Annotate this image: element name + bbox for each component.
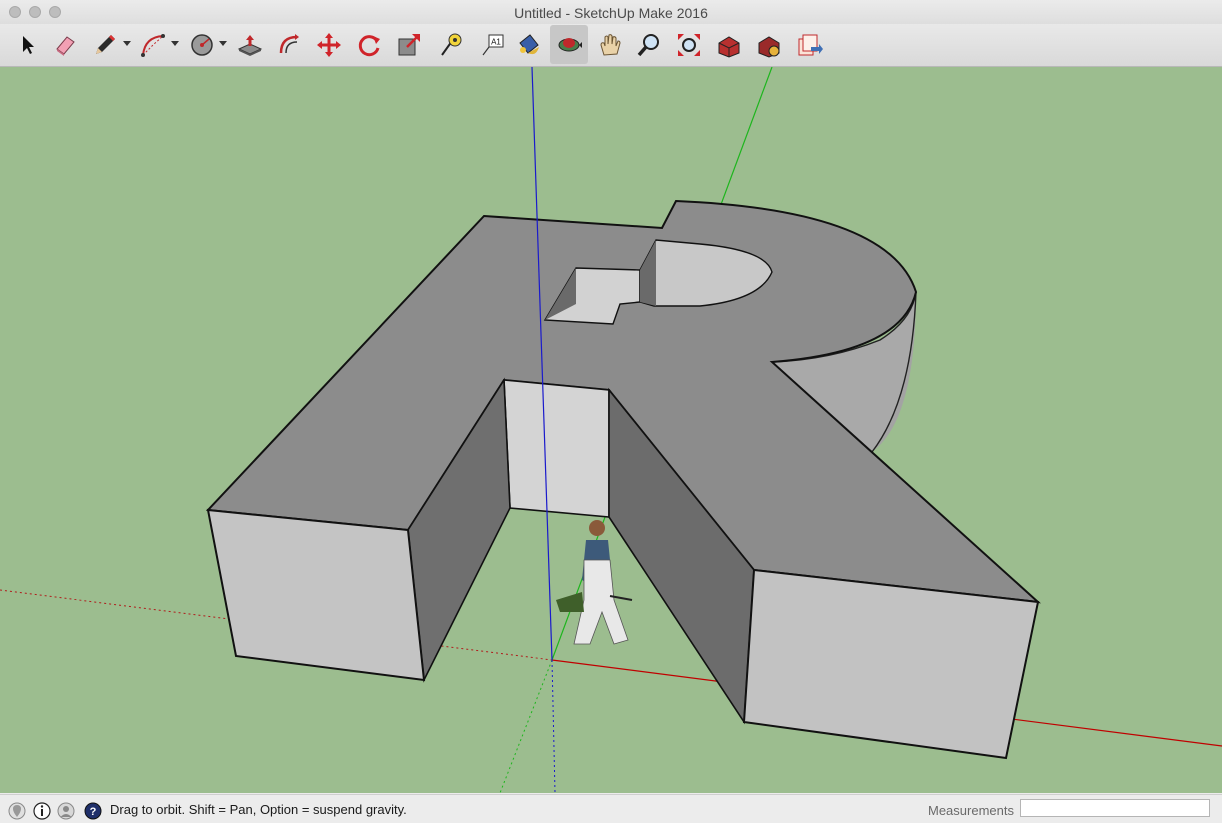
- rotate-icon: [358, 34, 380, 56]
- status-message: Drag to orbit. Shift = Pan, Option = sus…: [110, 802, 407, 817]
- green-axis-negative: [499, 659, 553, 793]
- eraser-tool-button[interactable]: [46, 25, 84, 64]
- offset-icon: [279, 33, 299, 53]
- model-scene[interactable]: [0, 67, 1222, 793]
- 3d-warehouse-tool-button[interactable]: [710, 25, 748, 64]
- extension-warehouse-icon: [758, 35, 780, 58]
- help-glyph: ?: [90, 806, 97, 818]
- arc-icon: [141, 33, 165, 57]
- push-pull-icon: [237, 34, 263, 56]
- window-title: Untitled - SketchUp Make 2016: [514, 5, 708, 21]
- measurements-label: Measurements: [928, 803, 1014, 818]
- blue-axis-negative: [551, 659, 556, 793]
- main-toolbar: A1: [0, 24, 1222, 67]
- user-icon[interactable]: [57, 802, 75, 820]
- eraser-icon: [56, 35, 75, 56]
- paint-bucket-icon: [519, 33, 539, 54]
- status-bar: ? Drag to orbit. Shift = Pan, Option = s…: [0, 794, 1222, 823]
- rotate-tool-button[interactable]: [350, 25, 388, 64]
- measurements-input[interactable]: [1020, 799, 1210, 817]
- orbit-tool-button[interactable]: [550, 25, 588, 64]
- help-icon[interactable]: ?: [84, 802, 102, 820]
- scale-figure-person: [556, 520, 633, 645]
- geolocation-icon[interactable]: [8, 802, 26, 820]
- model-viewport[interactable]: [0, 67, 1222, 793]
- line-tool-dropdown[interactable]: [123, 41, 131, 46]
- warehouse-icon: [718, 35, 740, 58]
- left-leg-front-face: [206, 508, 426, 682]
- move-arrows-icon: [317, 32, 341, 57]
- arrow-cursor-icon: [23, 35, 34, 54]
- send-to-layout-tool-button[interactable]: [790, 25, 828, 64]
- pencil-icon: [96, 34, 115, 54]
- notch-back-wall: [503, 379, 610, 518]
- select-tool-button[interactable]: [8, 25, 46, 64]
- svg-text:A1: A1: [491, 37, 501, 46]
- credits-icon[interactable]: [33, 802, 51, 820]
- zoom-tool-button[interactable]: [630, 25, 668, 64]
- magnifier-icon: [637, 33, 659, 56]
- zoom-extents-tool-button[interactable]: [670, 25, 708, 64]
- move-tool-button[interactable]: [310, 25, 348, 64]
- shapes-tool-dropdown[interactable]: [219, 41, 227, 46]
- layout-icon: [798, 34, 823, 55]
- text-label-icon: A1: [482, 34, 504, 55]
- line-tool-button[interactable]: [86, 25, 124, 64]
- scale-tool-button[interactable]: [390, 25, 428, 64]
- offset-tool-button[interactable]: [270, 25, 308, 64]
- zoom-extents-icon: [678, 33, 700, 56]
- scale-icon: [398, 33, 420, 55]
- orbit-icon: [558, 37, 582, 51]
- extension-warehouse-tool-button[interactable]: [750, 25, 788, 64]
- arc-tool-dropdown[interactable]: [171, 41, 179, 46]
- push-pull-tool-button[interactable]: [231, 25, 269, 64]
- title-bar: Untitled - SketchUp Make 2016: [0, 0, 1222, 24]
- tape-measure-tool-button[interactable]: [431, 25, 469, 64]
- paint-bucket-tool-button[interactable]: [509, 25, 547, 64]
- hand-icon: [600, 33, 621, 56]
- circle-shape-icon: [191, 33, 213, 56]
- pan-tool-button[interactable]: [591, 25, 629, 64]
- shapes-tool-button[interactable]: [183, 25, 221, 64]
- right-leg-front-face: [742, 568, 1040, 760]
- sketchup-window: Untitled - SketchUp Make 2016 A1 ? Drag …: [0, 0, 1222, 823]
- arc-tool-button[interactable]: [134, 25, 172, 64]
- text-tool-button[interactable]: A1: [472, 25, 510, 64]
- tape-measure-icon: [441, 33, 462, 56]
